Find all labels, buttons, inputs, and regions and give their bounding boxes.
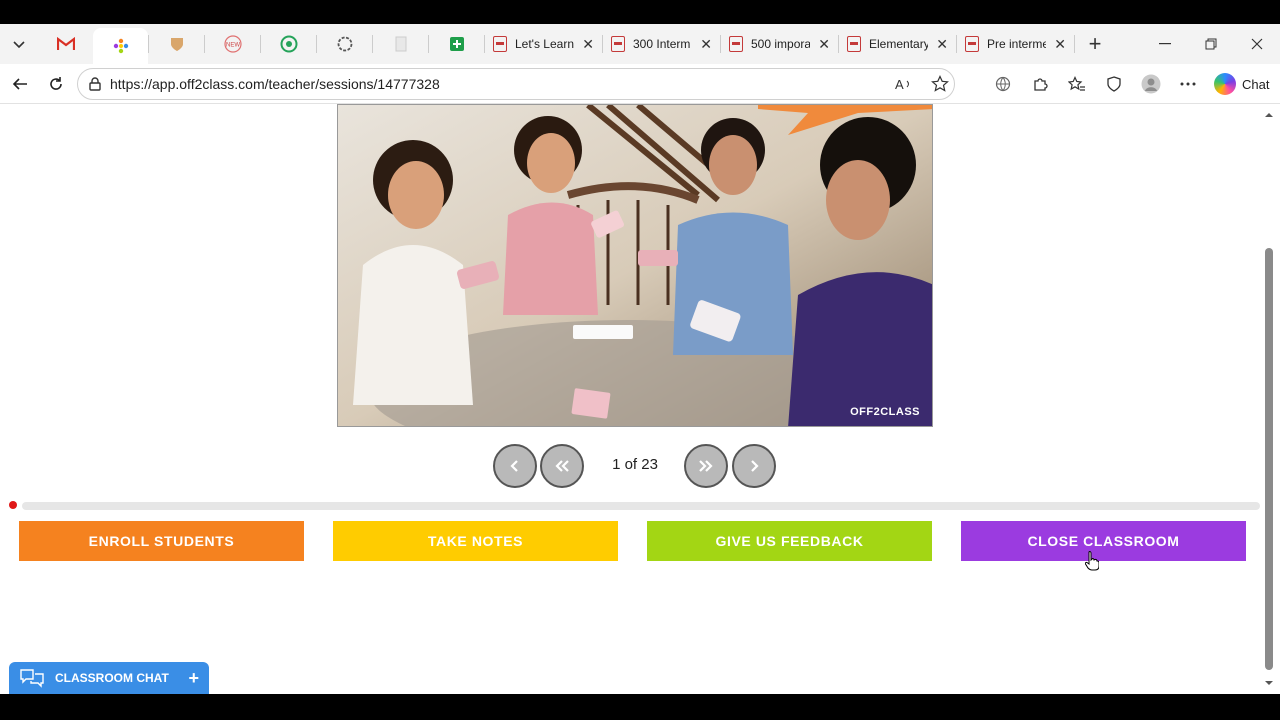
chat-label: Chat (1242, 76, 1270, 92)
family-playing-cards-photo (338, 105, 932, 426)
pdf-icon (847, 36, 861, 52)
new-badge-icon: NEW (223, 35, 242, 53)
whatsapp-icon (280, 35, 297, 53)
off2class-watermark: OFF2CLASS (850, 406, 920, 418)
favorite-star-icon[interactable] (926, 70, 954, 98)
close-window-button[interactable] (1234, 24, 1280, 64)
scroll-down-arrow-icon[interactable] (1262, 678, 1276, 688)
next-slide-button[interactable] (732, 444, 776, 488)
tab-title: Elementary (869, 37, 929, 51)
close-tab-icon[interactable]: ✕ (700, 36, 712, 53)
tab-title: Pre interme (987, 37, 1047, 51)
pinned-tab-doc[interactable] (373, 24, 428, 64)
svg-text:A: A (895, 77, 904, 91)
last-slide-button[interactable] (684, 444, 728, 488)
close-tab-icon[interactable]: ✕ (936, 36, 948, 53)
arrow-left-icon (12, 78, 27, 90)
minimize-icon (1159, 43, 1171, 45)
openai-icon (337, 36, 352, 52)
pinned-tab-whatsapp[interactable] (261, 24, 316, 64)
tab-title: 500 impora (751, 37, 811, 51)
pinned-tab-new[interactable]: NEW (205, 24, 260, 64)
pinned-tab-gmail[interactable] (38, 24, 93, 64)
tab-pre-intermediate[interactable]: Pre interme ✕ (957, 24, 1074, 64)
close-classroom-button[interactable]: CLOSE CLASSROOM (961, 521, 1246, 561)
double-chevron-left-icon (555, 460, 569, 472)
copilot-chat-button[interactable]: Chat (1206, 69, 1277, 99)
address-url[interactable]: https://app.off2class.com/teacher/sessio… (110, 76, 882, 92)
take-notes-button[interactable]: TAKE NOTES (333, 521, 618, 561)
pdf-icon (729, 36, 743, 52)
browser-window: NEW Let's Learn ✕ 300 Interm ✕ 500 impor… (0, 24, 1280, 694)
tab-lets-learn[interactable]: Let's Learn ✕ (485, 24, 602, 64)
restore-icon (1205, 38, 1217, 50)
pdf-icon (493, 36, 507, 52)
sheets-plus-icon (449, 37, 464, 51)
give-feedback-button[interactable]: GIVE US FEEDBACK (647, 521, 932, 561)
page-indicator: 1 of 23 (612, 456, 658, 473)
navigation-bar: https://app.off2class.com/teacher/sessio… (0, 64, 1280, 104)
tab-title: Let's Learn (515, 37, 574, 51)
hand-cursor-icon (1085, 551, 1099, 571)
pdf-icon (611, 36, 625, 52)
reload-button[interactable] (38, 66, 74, 102)
classroom-chat-label: CLASSROOM CHAT (55, 671, 169, 685)
scroll-thumb[interactable] (1265, 248, 1273, 670)
chevron-left-icon (510, 460, 518, 472)
classroom-chat-bar[interactable]: CLASSROOM CHAT + (9, 662, 209, 694)
copilot-icon (1214, 73, 1236, 95)
shield-crest-icon (170, 38, 183, 51)
lesson-progress-bar[interactable] (22, 502, 1260, 510)
lock-icon (89, 77, 101, 91)
pinned-tab-openai[interactable] (317, 24, 372, 64)
read-aloud-icon[interactable]: A (890, 70, 918, 98)
gmail-icon (56, 37, 75, 50)
reload-icon (50, 77, 62, 90)
tab-300-intermediate[interactable]: 300 Interm ✕ (603, 24, 720, 64)
pdf-icon (965, 36, 979, 52)
tab-actions-menu[interactable] (0, 24, 38, 64)
double-chevron-right-icon (699, 460, 713, 472)
tab-strip: NEW Let's Learn ✕ 300 Interm ✕ 500 impor… (0, 24, 1280, 64)
avatar-icon (1141, 74, 1160, 94)
tab-elementary[interactable]: Elementary ✕ (839, 24, 956, 64)
document-icon (395, 36, 406, 52)
lesson-slide-image: OFF2CLASS (337, 104, 933, 427)
new-tab-button[interactable]: + (1075, 24, 1115, 64)
tab-500-important[interactable]: 500 impora ✕ (721, 24, 838, 64)
chevron-down-icon (13, 41, 25, 49)
favorites-icon[interactable] (1058, 68, 1095, 100)
address-bar[interactable]: https://app.off2class.com/teacher/sessio… (77, 68, 955, 100)
chat-bubbles-icon (20, 669, 44, 688)
globe-icon[interactable] (984, 68, 1021, 100)
close-tab-icon[interactable]: ✕ (582, 36, 594, 53)
slide-pager: 1 of 23 (0, 444, 1280, 488)
pinned-tab-off2class[interactable] (93, 28, 148, 64)
back-button[interactable] (2, 66, 38, 102)
close-tab-icon[interactable]: ✕ (818, 36, 830, 53)
pinned-tab-sheets[interactable] (429, 24, 484, 64)
svg-text:NEW: NEW (226, 43, 240, 49)
expand-chat-icon[interactable]: + (188, 668, 199, 689)
more-options-icon[interactable] (1169, 68, 1206, 100)
tab-title: 300 Interm (633, 37, 691, 51)
scroll-up-arrow-icon[interactable] (1262, 110, 1276, 120)
minimize-button[interactable] (1142, 24, 1188, 64)
chevron-right-icon (751, 460, 759, 472)
browser-toolbar: Chat (984, 68, 1277, 100)
progress-marker (9, 501, 17, 509)
first-slide-button[interactable] (540, 444, 584, 488)
pinned-tab-shield[interactable] (149, 24, 204, 64)
enroll-students-button[interactable]: ENROLL STUDENTS (19, 521, 304, 561)
close-icon (1251, 38, 1263, 50)
extensions-icon[interactable] (1021, 68, 1058, 100)
close-tab-icon[interactable]: ✕ (1054, 36, 1066, 53)
profile-avatar[interactable] (1132, 68, 1169, 100)
previous-slide-button[interactable] (493, 444, 537, 488)
off2class-icon (113, 38, 128, 54)
restore-button[interactable] (1188, 24, 1234, 64)
browser-essentials-shield-icon[interactable] (1095, 68, 1132, 100)
classroom-page: OFF2CLASS 1 of 23 ENROLL STUDENTS TAKE N… (0, 104, 1280, 694)
